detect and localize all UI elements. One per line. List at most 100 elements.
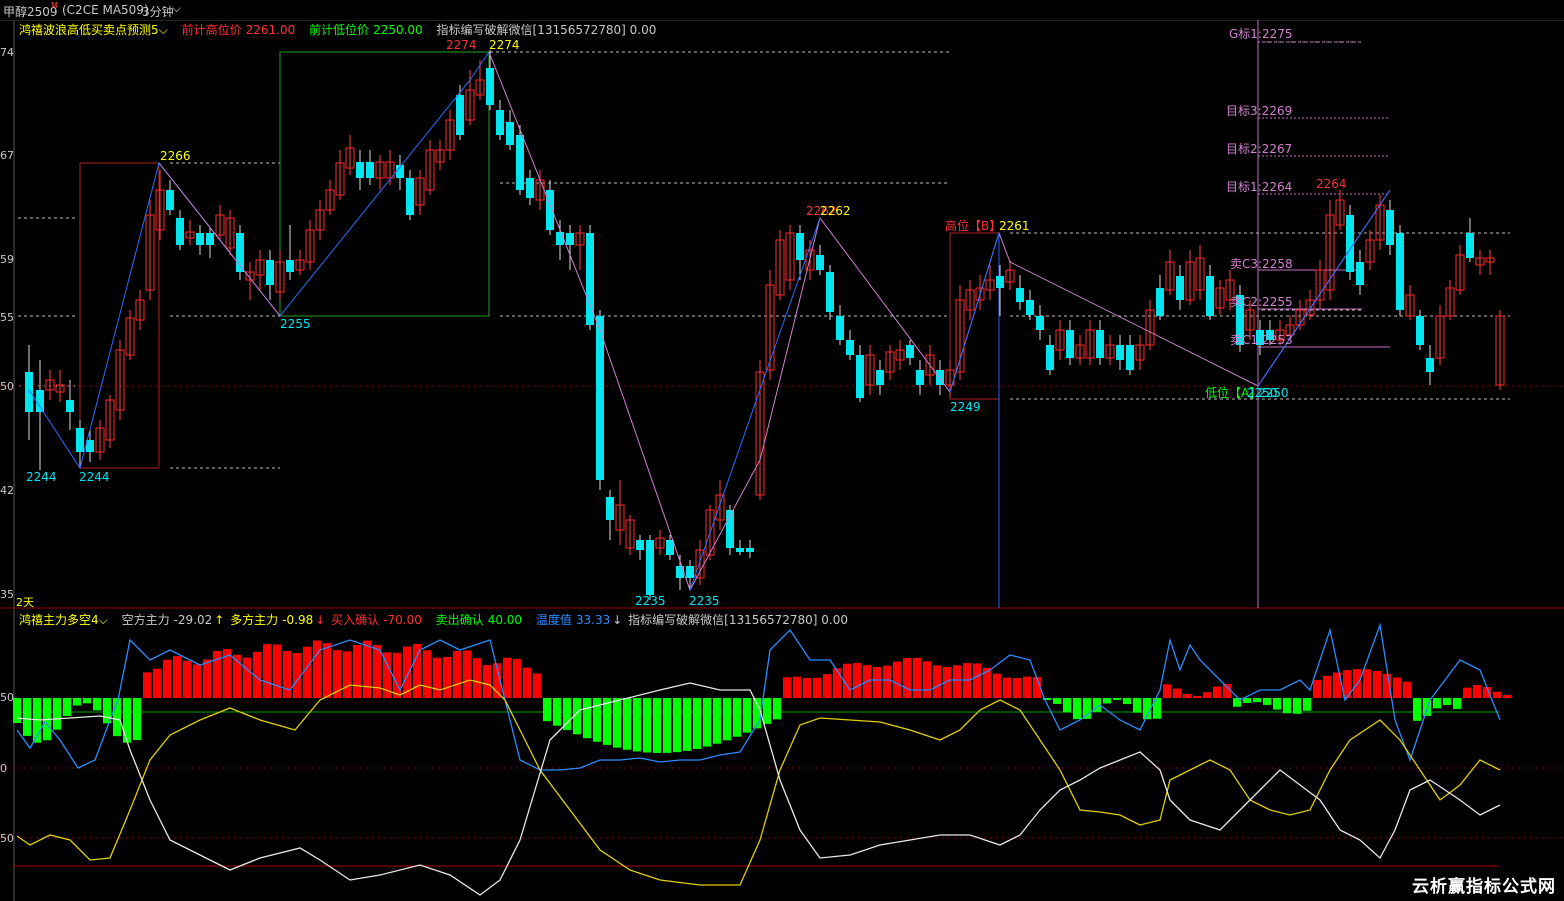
histogram-bar: [1403, 681, 1411, 698]
candle-body: [846, 340, 854, 355]
histogram-bar: [903, 658, 911, 698]
histogram-bar: [483, 665, 491, 698]
candle-body: [1126, 345, 1134, 370]
main-indicator-header: 鸿禧波浪高低买卖点预测5⌵ 前计高位价 2261.00 前计低位价 2250.00 …: [19, 21, 666, 38]
histogram-bar: [543, 698, 551, 722]
histogram-bar: [133, 698, 141, 741]
histogram-bar: [553, 698, 561, 726]
candle-body: [526, 178, 534, 198]
histogram-bar: [783, 677, 791, 698]
histogram-bar: [703, 698, 711, 747]
price-axis-label: 42: [0, 484, 14, 497]
histogram-bar: [1003, 677, 1011, 698]
chevron-down-icon[interactable]: ⌵: [159, 23, 168, 37]
wave-line-up: [949, 232, 1000, 393]
histogram-bar: [353, 644, 361, 698]
candle-body: [25, 372, 33, 412]
chart-canvas: 2274 2274226622552244 22442235 223522622262…: [0, 20, 1564, 901]
candle-body: [456, 95, 464, 135]
prev-high-label: 前计高位价: [181, 23, 242, 37]
histogram-bar: [463, 650, 471, 698]
candle-body: [516, 135, 524, 190]
candle-body: [876, 370, 884, 385]
histogram-bar: [823, 674, 831, 698]
histogram-bar: [1183, 694, 1191, 698]
candle-body: [166, 190, 174, 210]
watermark-text: 云析赢指标公式网: [1412, 877, 1556, 897]
histogram-bar: [313, 640, 321, 698]
target-label: 目标3:2269: [1226, 104, 1292, 118]
histogram-bar: [833, 668, 841, 698]
histogram-bar: [533, 673, 541, 698]
sell-label: 卖C2:2255: [1230, 295, 1293, 309]
histogram-bar: [1213, 686, 1221, 698]
histogram-bar: [993, 673, 1001, 698]
histogram-bar: [273, 644, 281, 698]
temperature-label: 温度值: [535, 613, 572, 627]
sub-indicator-name[interactable]: 鸿禧主力多空4: [19, 613, 99, 627]
histogram-bar: [763, 698, 771, 724]
histogram-bar: [523, 667, 531, 698]
days-label: 2天: [16, 596, 34, 609]
histogram-bar: [1313, 679, 1321, 698]
histogram-bar: [693, 698, 701, 749]
histogram-bar: [1263, 698, 1271, 705]
arrow-down-icon: ↓: [315, 613, 326, 627]
sub-axis-label: 50: [0, 691, 14, 704]
histogram-bar: [63, 698, 71, 716]
histogram-bar: [713, 698, 721, 744]
histogram-bar: [1273, 698, 1281, 710]
histogram-bar: [893, 661, 901, 698]
histogram-bar: [23, 698, 31, 736]
sell-label: 卖C3:2258: [1230, 257, 1293, 271]
histogram-bar: [473, 658, 481, 698]
candle-body: [36, 390, 44, 412]
sub-axis-label: 50: [0, 832, 14, 845]
histogram-bar: [183, 660, 191, 698]
histogram-bar: [13, 698, 21, 723]
candle-body: [1026, 300, 1034, 315]
histogram-bar: [773, 698, 781, 720]
high-b-label: 高位【B】: [945, 218, 1001, 233]
sell-label: 卖C1:2253: [1230, 333, 1293, 347]
histogram-bar: [683, 698, 691, 751]
histogram-bar: [1503, 694, 1511, 698]
histogram-bar: [423, 650, 431, 698]
price-label-high: 2274: [446, 38, 477, 52]
candle-body: [1386, 210, 1394, 245]
candle-body: [1466, 233, 1474, 258]
price-label-low: 2235: [635, 594, 666, 608]
price-label-low: 2244: [26, 470, 57, 484]
candle-body: [1036, 316, 1044, 330]
histogram-bar: [1303, 698, 1311, 711]
histogram-bar: [513, 659, 521, 698]
histogram-bar: [1163, 684, 1171, 698]
histogram-bar: [1253, 698, 1261, 703]
candle-body: [286, 260, 294, 272]
histogram-bar: [143, 672, 151, 698]
candle-body: [916, 370, 924, 385]
main-indicator-name[interactable]: 鸿禧波浪高低买卖点预测5: [19, 23, 159, 37]
histogram-bar: [363, 640, 371, 698]
histogram-bar: [1173, 688, 1181, 698]
histogram-bar: [1363, 669, 1371, 698]
candle-body: [366, 162, 374, 178]
histogram-bar: [433, 657, 441, 698]
chevron-down-icon[interactable]: ⌵: [99, 613, 108, 627]
candle-body: [1426, 358, 1434, 372]
target-label: 目标1:2264: [1226, 180, 1292, 194]
histogram-bar: [293, 653, 301, 698]
candle-body: [506, 122, 514, 145]
histogram-bar: [583, 698, 591, 739]
low-a-value: 2250: [1258, 386, 1289, 400]
candle-body: [996, 276, 1004, 288]
candle-body: [1176, 276, 1184, 300]
price-label-low: 2235: [689, 594, 720, 608]
histogram-bar: [1473, 685, 1481, 698]
candle-body: [496, 110, 504, 135]
candle-body: [856, 355, 864, 398]
candle-body: [906, 345, 914, 358]
histogram-bar: [733, 698, 741, 737]
main-note: 指标编写破解微信[13156572780] 0.00: [436, 23, 657, 37]
histogram-bar: [1393, 677, 1401, 698]
